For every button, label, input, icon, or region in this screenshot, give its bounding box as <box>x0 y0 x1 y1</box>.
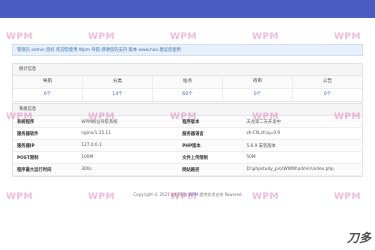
top-header-bar <box>0 0 375 18</box>
welcome-notice: 管理员 admin 您好 欢迎您使用 Wpm 导航 感谢您的支持 版本 www.… <box>12 44 363 56</box>
stat-header-nav: 导航 <box>13 76 83 89</box>
watermark-logo: WPM <box>170 32 197 42</box>
stats-panel-title: 统计信息 <box>13 64 362 76</box>
watermark-logo: WPM <box>6 192 33 202</box>
info-value: 50M <box>242 151 362 164</box>
info-value: nginx/1.15.11 <box>77 127 179 140</box>
info-key: 服务器软件 <box>13 127 78 140</box>
stats-panel: 统计信息 导航 分类 站点 待审 公告 6个 14个 60个 0个 0个 <box>12 63 363 102</box>
stats-header-row: 导航 分类 站点 待审 公告 <box>13 76 362 89</box>
info-value: 100M <box>77 151 179 164</box>
table-row: POST限制 100M 文件上传限制 50M <box>13 151 362 164</box>
watermark-logo: WPM <box>88 192 115 202</box>
corner-watermark-logo: 刀多 <box>346 231 371 245</box>
watermark-logo: WPM <box>252 192 279 202</box>
watermark-logo: WPM <box>88 32 115 42</box>
stat-header-pending: 待审 <box>223 76 293 89</box>
stat-header-notice: 公告 <box>293 76 362 89</box>
table-row: 服务器软件 nginx/1.15.11 服务器语言 zh-CN,zh;q=0.9 <box>13 127 362 140</box>
stat-value-category[interactable]: 14个 <box>83 89 153 101</box>
info-key: 网站路径 <box>178 163 243 176</box>
watermark-logo: WPM <box>170 192 197 202</box>
watermark-logo: WPM <box>88 112 115 122</box>
info-value: 127.0.0.1 <box>77 139 179 152</box>
info-key: POST限制 <box>13 151 78 164</box>
stat-value-pending[interactable]: 0个 <box>223 89 293 101</box>
stat-header-site: 站点 <box>153 76 223 89</box>
watermark-logo: WPM <box>334 112 361 122</box>
info-key: 服务器语言 <box>178 127 243 140</box>
info-key: 程序最大运行时间 <box>13 163 78 176</box>
stat-value-nav[interactable]: 6个 <box>13 89 83 101</box>
table-row: 程序最大运行时间 300s 网站路径 D:\phpstudy_pro\WWW\a… <box>13 163 362 176</box>
info-key: PHP版本 <box>178 139 243 152</box>
info-key: 服务器IP <box>13 139 78 152</box>
watermark-logo: WPM <box>6 32 33 42</box>
watermark-logo: WPM <box>252 32 279 42</box>
stats-value-row: 6个 14个 60个 0个 0个 <box>13 89 362 101</box>
watermark-logo: WPM <box>334 192 361 202</box>
info-value: 300s <box>77 163 179 176</box>
sysinfo-table: 系统程序 WPM网址导航系统 程序版本 天龙第二天开发中 服务器软件 nginx… <box>13 116 362 176</box>
stat-value-notice[interactable]: 0个 <box>293 89 362 101</box>
info-value: D:\phpstudy_pro\WWW\admin\index.php <box>242 163 362 176</box>
info-value: 5.6.9 安装版本 <box>242 139 362 152</box>
watermark-logo: WPM <box>252 112 279 122</box>
footer-suffix: 提供技术支持 Powered <box>198 192 242 197</box>
table-row: 服务器IP 127.0.0.1 PHP版本 5.6.9 安装版本 <box>13 139 362 152</box>
info-value: zh-CN,zh;q=0.9 <box>242 127 362 140</box>
watermark-logo: WPM <box>334 32 361 42</box>
watermark-logo: WPM <box>6 112 33 122</box>
stat-value-site[interactable]: 60个 <box>153 89 223 101</box>
watermark-logo: WPM <box>170 112 197 122</box>
info-key: 文件上传限制 <box>178 151 243 164</box>
stat-header-category: 分类 <box>83 76 153 89</box>
